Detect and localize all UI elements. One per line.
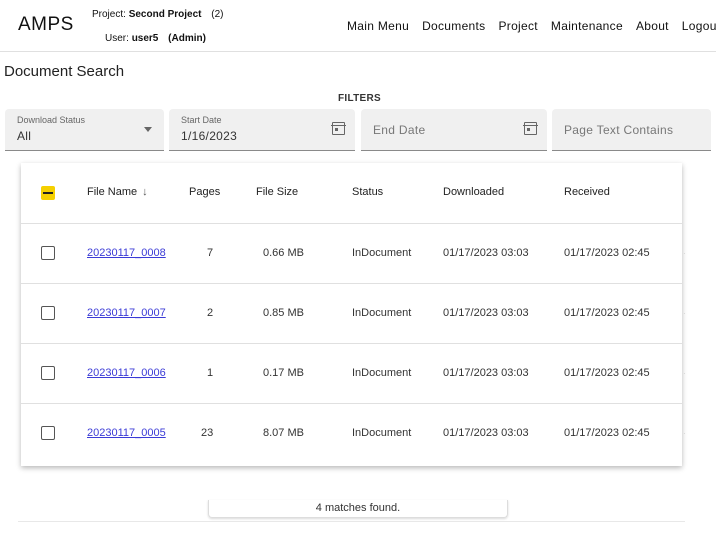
dropdown-arrow-icon[interactable] xyxy=(144,127,152,132)
project-name: Second Project xyxy=(128,9,202,20)
page-text-placeholder: Page Text Contains xyxy=(564,123,674,137)
download-status-value: All xyxy=(17,129,32,143)
download-status-select[interactable]: Download Status All xyxy=(5,109,164,151)
nav-project[interactable]: Project xyxy=(498,19,537,33)
file-size-cell: 0.66 MB xyxy=(263,247,304,259)
pages-cell: 1 xyxy=(207,367,214,379)
arrow-down-icon[interactable]: ↓ xyxy=(142,186,148,198)
divider xyxy=(18,521,685,522)
downloaded-cell: 01/17/2023 03:03 xyxy=(443,367,529,379)
project-label: Project: xyxy=(92,9,126,20)
user-label: User: xyxy=(105,33,129,44)
start-date-value: 1/16/2023 xyxy=(181,129,238,143)
column-header-downloaded[interactable]: Downloaded xyxy=(443,186,504,198)
column-header-file-name[interactable]: File Name ↓ xyxy=(87,186,148,198)
column-header-received[interactable]: Received xyxy=(564,186,610,198)
status-cell: InDocument xyxy=(352,367,412,379)
column-header-pages[interactable]: Pages xyxy=(189,186,220,198)
select-all-checkbox[interactable] xyxy=(41,186,55,200)
file-size-cell: 0.17 MB xyxy=(263,367,304,379)
downloaded-cell: 01/17/2023 03:03 xyxy=(443,427,529,439)
end-date-field[interactable]: End Date xyxy=(361,109,547,151)
received-cell: 01/17/2023 02:45 xyxy=(564,367,650,379)
match-count: 4 matches found. xyxy=(208,500,508,518)
file-size-cell: 0.85 MB xyxy=(263,307,304,319)
file-name-link[interactable]: 20230117_0008 xyxy=(87,247,166,259)
file-name-link[interactable]: 20230117_0007 xyxy=(87,307,166,319)
calendar-icon[interactable] xyxy=(331,122,346,135)
user-info: User: user5 (Admin) xyxy=(105,33,206,44)
file-name-link[interactable]: 20230117_0005 xyxy=(87,427,166,439)
row-checkbox[interactable] xyxy=(41,306,55,320)
project-info: Project: Second Project (2) xyxy=(92,9,224,20)
pages-cell: 23 xyxy=(201,427,214,439)
page-text-input[interactable]: Page Text Contains xyxy=(552,109,711,151)
received-cell: 01/17/2023 02:45 xyxy=(564,427,650,439)
row-checkbox[interactable] xyxy=(41,246,55,260)
nav-documents[interactable]: Documents xyxy=(422,19,485,33)
nav-logout[interactable]: Logout xyxy=(682,19,716,33)
page-title: Document Search xyxy=(4,63,125,80)
downloaded-cell: 01/17/2023 03:03 xyxy=(443,307,529,319)
main-nav: Main Menu Documents Project Maintenance … xyxy=(347,19,716,33)
download-status-label: Download Status xyxy=(17,115,86,125)
column-header-status[interactable]: Status xyxy=(352,186,383,198)
status-cell: InDocument xyxy=(352,247,412,259)
start-date-field[interactable]: Start Date 1/16/2023 xyxy=(169,109,355,151)
status-cell: InDocument xyxy=(352,427,412,439)
column-header-file-size[interactable]: File Size xyxy=(256,186,298,198)
user-role: (Admin) xyxy=(168,33,206,44)
pages-cell: 7 xyxy=(207,247,214,259)
row-checkbox[interactable] xyxy=(41,426,55,440)
nav-about[interactable]: About xyxy=(636,19,669,33)
app-header: AMPS Project: Second Project (2) User: u… xyxy=(0,0,716,52)
user-name: user5 xyxy=(131,33,159,44)
row-checkbox[interactable] xyxy=(41,366,55,380)
nav-maintenance[interactable]: Maintenance xyxy=(551,19,623,33)
start-date-label: Start Date xyxy=(181,115,222,125)
downloaded-cell: 01/17/2023 03:03 xyxy=(443,247,529,259)
end-date-placeholder: End Date xyxy=(373,123,426,137)
received-cell: 01/17/2023 02:45 xyxy=(564,307,650,319)
project-count: (2) xyxy=(211,9,224,20)
filters-heading: FILTERS xyxy=(338,93,382,104)
status-cell: InDocument xyxy=(352,307,412,319)
calendar-icon[interactable] xyxy=(523,122,538,135)
app-logo: AMPS xyxy=(18,14,74,35)
file-size-cell: 8.07 MB xyxy=(263,427,304,439)
file-name-link[interactable]: 20230117_0006 xyxy=(87,367,166,379)
results-table: File Name ↓ Pages File Size Status Downlo… xyxy=(21,163,686,466)
nav-main-menu[interactable]: Main Menu xyxy=(347,19,409,33)
pages-cell: 2 xyxy=(207,307,214,319)
received-cell: 01/17/2023 02:45 xyxy=(564,247,650,259)
